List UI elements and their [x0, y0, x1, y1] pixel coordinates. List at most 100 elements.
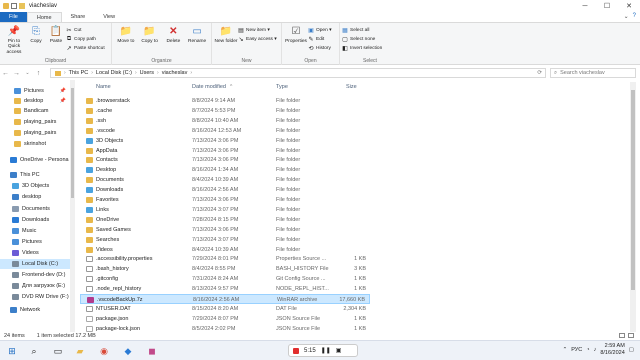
- new-item-button[interactable]: ▤ New item ▾: [238, 26, 277, 34]
- volume-icon[interactable]: ♪: [594, 347, 597, 353]
- search-box[interactable]: ⌕ Search viacheslav: [550, 68, 636, 78]
- file-row[interactable]: Saved Games 7/13/2024 3:06 PM File folder: [80, 225, 370, 235]
- cut-button[interactable]: ✂ Cut: [66, 26, 105, 34]
- file-row[interactable]: Desktop 8/16/2024 1:34 AM File folder: [80, 165, 370, 175]
- sidebar-item[interactable]: Documents: [0, 204, 70, 214]
- file-row[interactable]: package.json 7/29/2024 8:07 PM JSON Source…: [80, 314, 370, 324]
- invert-selection-button[interactable]: ◧ Invert selection: [342, 44, 382, 52]
- minimize-button[interactable]: ─: [574, 0, 596, 12]
- chrome-icon[interactable]: ◉: [98, 345, 110, 357]
- up-button[interactable]: ↑: [33, 70, 44, 77]
- column-header-type[interactable]: Type: [276, 84, 288, 90]
- file-row[interactable]: OneDrive 7/28/2024 8:15 PM File folder: [80, 215, 370, 225]
- maximize-button[interactable]: ☐: [596, 0, 618, 12]
- file-row[interactable]: AppData 7/13/2024 3:06 PM File folder: [80, 146, 370, 156]
- file-row[interactable]: 3D Objects 7/13/2024 3:06 PM File folder: [80, 136, 370, 146]
- close-recorder-icon[interactable]: ▣: [336, 347, 342, 354]
- sidebar-item[interactable]: OneDrive - Persona: [0, 155, 70, 165]
- sidebar-item[interactable]: Pictures 📌: [0, 86, 70, 96]
- back-button[interactable]: ←: [0, 70, 11, 77]
- pause-icon[interactable]: ❚❚: [321, 347, 331, 354]
- properties-quick-icon[interactable]: [11, 3, 17, 9]
- column-header-name[interactable]: Name: [96, 84, 111, 90]
- sidebar-item[interactable]: Network: [0, 305, 70, 315]
- stop-recording-icon[interactable]: [293, 347, 299, 354]
- scrollbar-thumb[interactable]: [71, 88, 74, 198]
- file-row[interactable]: .node_repl_history 8/13/2024 9:57 PM NODE_…: [80, 284, 370, 294]
- paste-shortcut-button[interactable]: ↗ Paste shortcut: [66, 44, 104, 52]
- sidebar-item[interactable]: desktop 📌: [0, 96, 70, 106]
- forward-button[interactable]: →: [11, 70, 22, 77]
- new-folder-quick-icon[interactable]: [19, 3, 25, 9]
- notifications-icon[interactable]: ▢: [629, 347, 634, 353]
- open-button[interactable]: ▣ Open ▾: [308, 26, 331, 34]
- file-row[interactable]: .cache 8/7/2024 5:53 PM File folder: [80, 106, 370, 116]
- select-none-button[interactable]: ▢ Select none: [342, 35, 382, 43]
- edit-button[interactable]: ✎ Edit: [308, 35, 331, 43]
- nav-pane-scrollbar[interactable]: [70, 80, 75, 332]
- address-bar[interactable]: › This PC › Local Disk (C:) › Users › vi…: [50, 68, 546, 78]
- file-row[interactable]: Links 7/13/2024 3:07 PM File folder: [80, 205, 370, 215]
- search-icon[interactable]: ⌕: [28, 345, 40, 357]
- file-row[interactable]: .bash_history 8/4/2024 8:55 PM BASH_HISTOR…: [80, 264, 370, 274]
- file-explorer-taskbar-icon[interactable]: ▰: [74, 345, 86, 357]
- breadcrumb-users[interactable]: Users: [140, 70, 154, 76]
- sidebar-item[interactable]: Videos: [0, 248, 70, 258]
- tray-overflow-icon[interactable]: ⌃: [563, 347, 568, 353]
- breadcrumb-this-pc[interactable]: This PC: [69, 70, 89, 76]
- sidebar-item[interactable]: Local Disk (C:): [0, 259, 70, 269]
- tab-view[interactable]: View: [94, 12, 124, 22]
- file-row[interactable]: .gitconfig 7/31/2024 8:24 AM Git Config So…: [80, 274, 370, 284]
- large-icons-view-icon[interactable]: [628, 333, 634, 338]
- easy-access-button[interactable]: ↘ Easy access ▾: [238, 35, 276, 43]
- file-row[interactable]: NTUSER.DAT 8/15/2024 8:20 AM DAT File 2,304…: [80, 304, 370, 314]
- sidebar-item[interactable]: playing_pairs: [0, 128, 70, 138]
- tab-share[interactable]: Share: [62, 12, 95, 22]
- file-row[interactable]: Videos 8/4/2024 10:39 AM File folder: [80, 245, 370, 255]
- recent-locations-button[interactable]: ⌄: [22, 70, 33, 76]
- sidebar-item[interactable]: Bandicam: [0, 106, 70, 116]
- file-list-scrollbar[interactable]: [630, 82, 636, 332]
- clock[interactable]: 2:59 AM 8/16/2024: [600, 343, 624, 357]
- vscode-icon[interactable]: ◆: [122, 345, 134, 357]
- file-row[interactable]: .accessibility.properties 7/29/2024 8:01 …: [80, 254, 370, 264]
- column-header-date[interactable]: Date modified: [192, 84, 226, 90]
- help-icon[interactable]: ?: [633, 13, 636, 20]
- file-row[interactable]: Downloads 8/16/2024 2:56 AM File folder: [80, 185, 370, 195]
- file-row[interactable]: Documents 8/4/2024 10:39 AM File folder: [80, 175, 370, 185]
- history-button[interactable]: ⟲ History: [308, 44, 331, 52]
- file-row[interactable]: .browserstack 8/8/2024 9:14 AM File folder: [80, 96, 370, 106]
- tab-file[interactable]: File: [0, 12, 27, 22]
- start-icon[interactable]: ⊞: [6, 345, 18, 357]
- sidebar-item[interactable]: 3D Objects: [0, 181, 70, 191]
- breadcrumb-viacheslav[interactable]: viacheslav: [162, 70, 188, 76]
- sidebar-item[interactable]: DVD RW Drive (F:): [0, 292, 70, 302]
- file-row[interactable]: Contacts 7/13/2024 3:06 PM File folder: [80, 155, 370, 165]
- sidebar-item[interactable]: skrinshot: [0, 139, 70, 149]
- network-icon[interactable]: ◔: [586, 347, 589, 353]
- details-view-icon[interactable]: [619, 333, 625, 338]
- sidebar-item[interactable]: playing_pairs: [0, 117, 70, 127]
- sidebar-item[interactable]: Pictures: [0, 237, 70, 247]
- file-row[interactable]: .vscodeBackUp.7z 8/16/2024 2:56 AM WinRAR …: [80, 294, 370, 304]
- sidebar-item[interactable]: Frontend-dev (D:): [0, 270, 70, 280]
- sidebar-item[interactable]: Music: [0, 226, 70, 236]
- refresh-icon[interactable]: ⟳: [537, 70, 542, 76]
- file-row[interactable]: .ssh 8/8/2024 10:40 AM File folder: [80, 116, 370, 126]
- app-icon[interactable]: ◼: [146, 345, 158, 357]
- copy-path-button[interactable]: ⧉ Copy path: [66, 35, 105, 43]
- tab-home[interactable]: Home: [26, 12, 62, 22]
- task-view-icon[interactable]: ▭: [52, 345, 64, 357]
- sidebar-item[interactable]: Downloads: [0, 215, 70, 225]
- sidebar-item[interactable]: Для загрузок (E:): [0, 281, 70, 291]
- column-header-size[interactable]: Size: [346, 84, 357, 90]
- language-indicator[interactable]: РУС: [571, 347, 582, 353]
- sidebar-item[interactable]: This PC: [0, 170, 70, 180]
- file-row[interactable]: Favorites 7/13/2024 3:06 PM File folder: [80, 195, 370, 205]
- file-row[interactable]: Searches 7/13/2024 3:07 PM File folder: [80, 235, 370, 245]
- sidebar-item[interactable]: desktop: [0, 192, 70, 202]
- collapse-ribbon-icon[interactable]: ⌄: [624, 13, 629, 20]
- file-row[interactable]: .vscode 8/16/2024 12:53 AM File folder: [80, 126, 370, 136]
- breadcrumb-local-disk[interactable]: Local Disk (C:): [96, 70, 132, 76]
- close-button[interactable]: ✕: [618, 0, 640, 12]
